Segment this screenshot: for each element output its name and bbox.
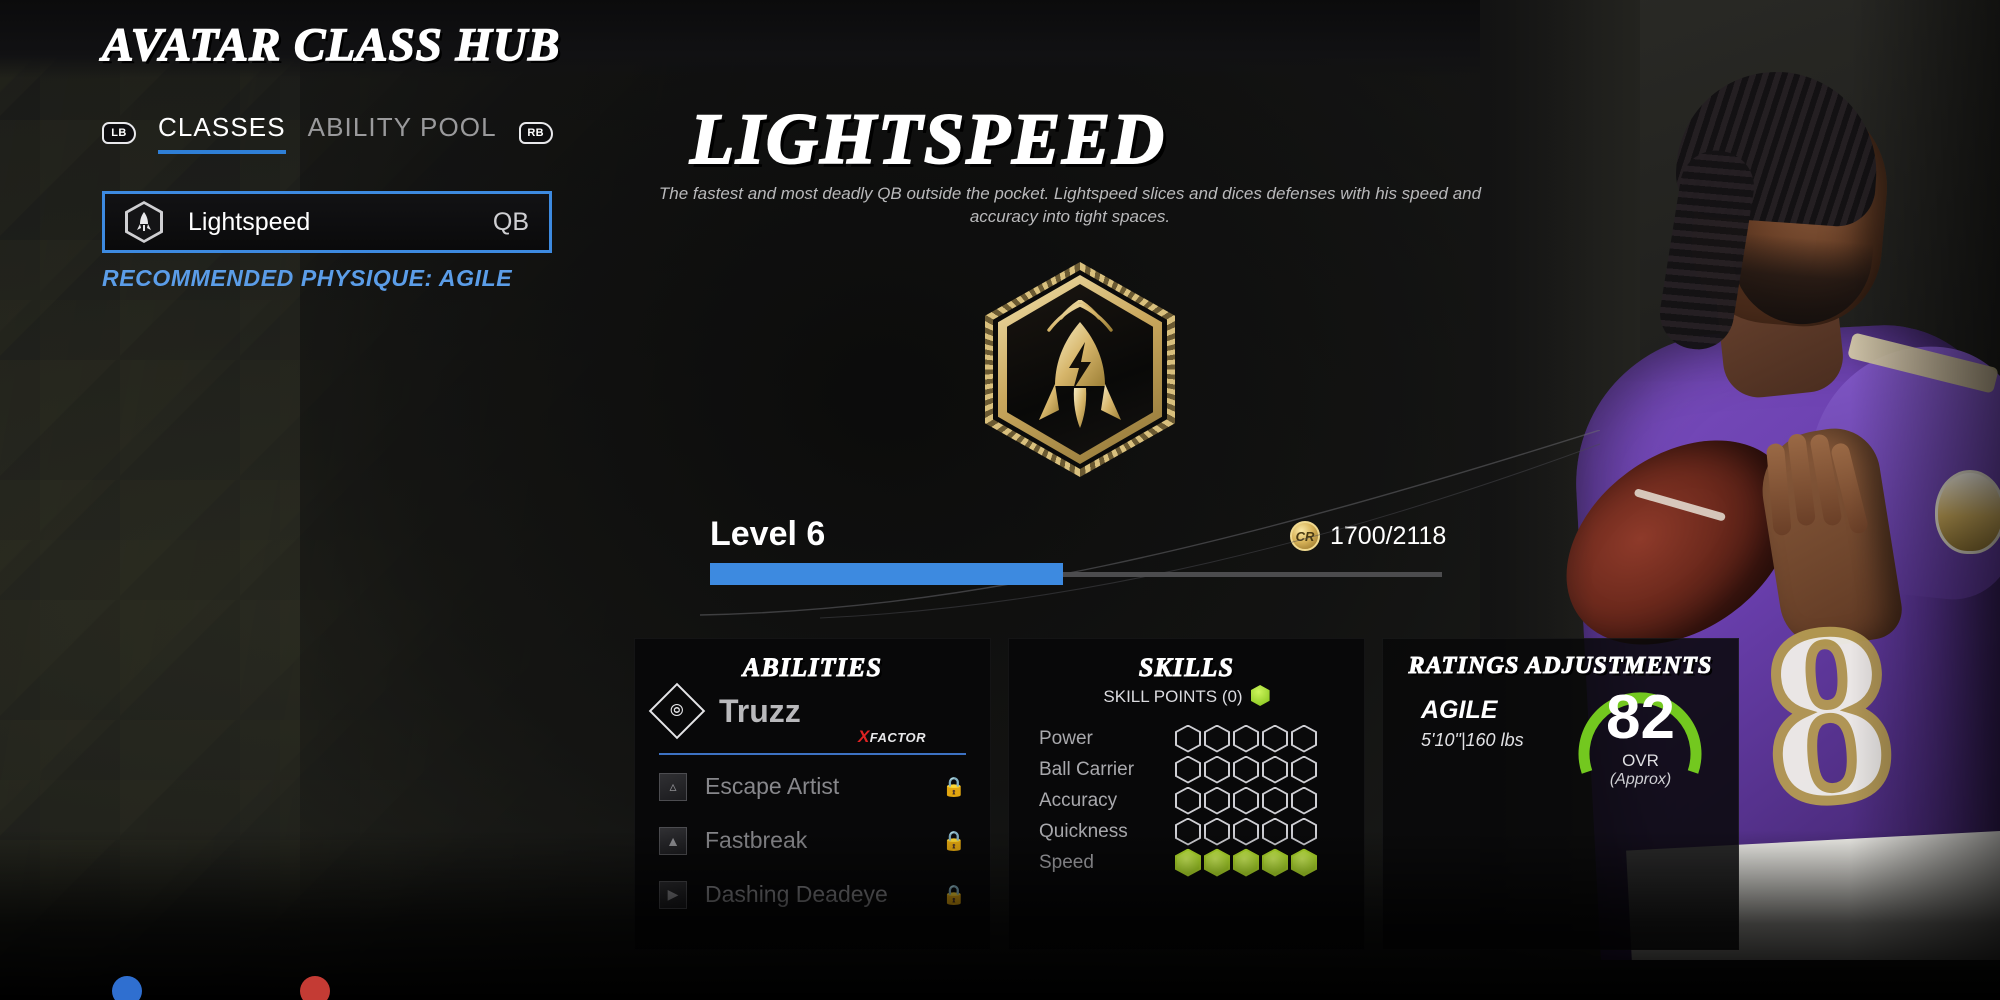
ovr-label: OVR <box>1622 751 1659 770</box>
rocket-hex-icon <box>125 201 163 243</box>
skill-row[interactable]: Accuracy <box>1039 785 1364 816</box>
rocket-lightning-badge-icon <box>985 262 1175 477</box>
level-label: Level 6 <box>710 515 826 553</box>
skill-pip[interactable] <box>1233 755 1259 784</box>
skill-points-label: SKILL POINTS (0) <box>1103 687 1243 706</box>
credits-coin-icon: CR <box>1290 521 1320 551</box>
class-badge <box>985 262 1175 477</box>
xp-readout: CR 1700/2118 <box>1290 521 1446 551</box>
skill-pip[interactable] <box>1262 786 1288 815</box>
abilities-title: ABILITIES <box>742 653 883 683</box>
skill-pip[interactable] <box>1204 755 1230 784</box>
skill-label: Accuracy <box>1039 789 1118 811</box>
skill-pip[interactable] <box>1291 724 1317 753</box>
class-position: QB <box>492 207 529 236</box>
class-name: Lightspeed <box>188 207 311 236</box>
skill-pip[interactable] <box>1204 724 1230 753</box>
swirl-glyph: ⦾ <box>670 700 684 720</box>
skill-pip[interactable] <box>1262 724 1288 753</box>
skill-points-row: SKILL POINTS (0) <box>1009 685 1364 707</box>
skill-pip[interactable] <box>1175 755 1201 784</box>
skills-title: SKILLS <box>1138 653 1235 683</box>
juke-icon: ▵ <box>659 772 687 801</box>
skill-pip[interactable] <box>1204 786 1230 815</box>
skill-pip[interactable] <box>1233 724 1259 753</box>
skill-label: Ball Carrier <box>1039 758 1135 780</box>
ovr-approx-label: (Approx) <box>1609 771 1672 788</box>
skill-pip[interactable] <box>1175 786 1201 815</box>
button-hint-b[interactable] <box>300 976 330 1000</box>
xp-progress-fill <box>710 563 1063 585</box>
skill-pip[interactable] <box>1291 786 1317 815</box>
skill-pip[interactable] <box>1262 755 1288 784</box>
skill-pip[interactable] <box>1233 786 1259 815</box>
equipped-ability-name: Truzz <box>719 692 801 729</box>
rocket-icon <box>137 212 151 231</box>
skill-pip[interactable] <box>1291 755 1317 784</box>
xfactor-label: FACTOR <box>869 730 926 745</box>
ratings-title: RATINGS ADJUSTMENTS <box>1408 653 1713 680</box>
background-bottom-fade <box>0 830 2000 1000</box>
skill-pip[interactable] <box>1175 724 1201 753</box>
hero-title: LIGHTSPEED <box>689 98 1167 180</box>
skill-pips <box>1175 755 1317 784</box>
skill-pips <box>1175 724 1317 753</box>
skill-point-gem-icon <box>1250 685 1270 706</box>
skill-pips <box>1175 786 1317 815</box>
ovr-readout: 82 OVR (Approx) <box>1573 687 1708 789</box>
locked-ability-row[interactable]: ▵ Escape Artist 🔒 <box>635 764 990 809</box>
skill-row[interactable]: Power <box>1039 723 1364 754</box>
ovr-value: 82 <box>1606 683 1675 752</box>
button-hint-a[interactable] <box>112 976 142 1000</box>
xfactor-badge: XFACTOR <box>635 727 990 747</box>
equipped-ability-row[interactable]: ⦾ Truzz <box>635 682 990 740</box>
locked-ability-name: Escape Artist <box>705 773 840 799</box>
class-list-item-lightspeed[interactable]: Lightspeed QB <box>102 191 552 253</box>
hero-description: The fastest and most deadly QB outside t… <box>658 184 1482 226</box>
skill-row[interactable]: Ball Carrier <box>1039 754 1364 785</box>
recommended-physique: RECOMMENDED PHYSIQUE: AGILE <box>102 265 513 291</box>
xp-text: 1700/2118 <box>1330 521 1447 550</box>
xfactor-x: X <box>857 727 870 746</box>
abilities-divider <box>659 753 966 755</box>
screen-root: 8 AVATAR CLASS HUB LB CLASSES ABILITY PO… <box>0 0 2000 1000</box>
page-title: AVATAR CLASS HUB <box>101 18 561 72</box>
lock-icon: 🔒 <box>942 776 966 798</box>
skill-label: Power <box>1039 727 1093 749</box>
